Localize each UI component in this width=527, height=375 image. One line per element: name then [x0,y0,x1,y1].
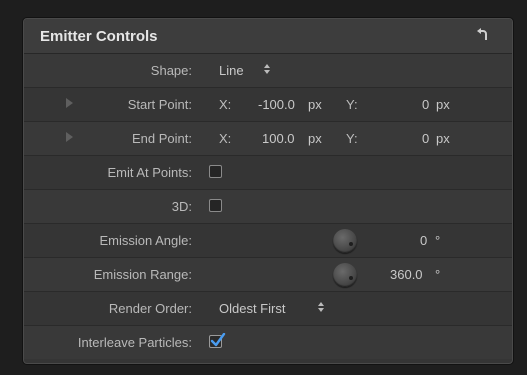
disclosure-triangle-icon[interactable] [66,98,73,108]
emission-range-dial[interactable] [333,263,357,287]
emission-angle-dial[interactable] [333,229,357,253]
end-point-x-value[interactable]: 100.0 [262,131,295,146]
emission-range-unit: ° [435,267,441,282]
emission-range-label: Emission Range: [93,267,192,282]
render-order-label: Render Order: [108,301,192,316]
row-3d: 3D: [24,190,512,224]
start-point-y-unit: px [436,97,450,112]
interleave-particles-checkbox[interactable] [209,333,226,348]
emit-at-points-label: Emit At Points: [107,165,192,180]
popup-arrows-icon [318,302,324,312]
render-order-value: Oldest First [219,301,286,316]
three-d-checkbox[interactable] [209,199,222,212]
row-start-point: Start Point: X: -100.0 px Y: 0 px [24,88,512,122]
start-point-y-value[interactable]: 0 [422,97,429,112]
dial-indicator [349,276,353,280]
end-point-y-unit: px [436,131,450,146]
start-point-x-label: X: [219,97,232,112]
end-point-y-value[interactable]: 0 [422,131,429,146]
row-emit-at-points: Emit At Points: [24,156,512,190]
row-emission-range: Emission Range: 360.0 ° [24,258,512,292]
start-point-x-unit: px [308,97,322,112]
emission-angle-value[interactable]: 0 [420,233,427,248]
start-point-x-value[interactable]: -100.0 [258,97,295,112]
checkmark-icon [210,333,226,347]
emitter-controls-panel: Emitter Controls Shape: Line Start Point… [23,18,513,364]
emission-angle-label: Emission Angle: [99,233,193,248]
row-emission-angle: Emission Angle: 0 ° [24,224,512,258]
start-point-label: Start Point: [127,97,192,112]
emit-at-points-checkbox[interactable] [209,165,222,178]
popup-arrows-icon [264,64,270,74]
row-end-point: End Point: X: 100.0 px Y: 0 px [24,122,512,156]
start-point-y-label: Y: [346,97,358,112]
end-point-y-label: Y: [346,131,358,146]
reset-arrow-icon[interactable] [476,28,490,42]
panel-header: Emitter Controls [24,19,512,54]
interleave-particles-label: Interleave Particles: [77,335,192,350]
emission-angle-unit: ° [435,233,441,248]
disclosure-triangle-icon[interactable] [66,132,73,142]
row-shape: Shape: Line [24,54,512,88]
three-d-label: 3D: [171,199,192,214]
end-point-x-label: X: [219,131,232,146]
dial-indicator [349,242,353,246]
shape-value: Line [219,63,244,78]
end-point-x-unit: px [308,131,322,146]
shape-label: Shape: [150,63,192,78]
row-render-order: Render Order: Oldest First [24,292,512,326]
row-interleave-particles: Interleave Particles: [24,326,512,359]
end-point-label: End Point: [132,131,192,146]
panel-title: Emitter Controls [40,28,158,45]
emission-range-value[interactable]: 360.0 [390,267,423,282]
